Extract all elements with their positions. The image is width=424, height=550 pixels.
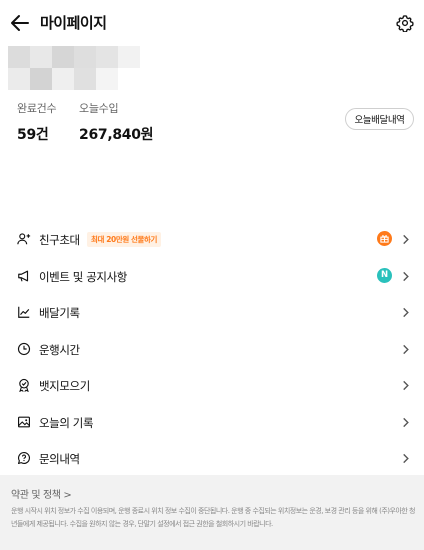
menu-item-driving-time[interactable]: 운행시간	[0, 331, 424, 368]
menu-item-label: 운행시간	[39, 342, 80, 357]
completed-count: 완료건수 59건	[17, 100, 57, 144]
new-badge: N	[377, 267, 392, 283]
clock-icon	[17, 342, 31, 355]
footer-section: 약관 및 정책 > 운행 시작시 위치 정보가 수집 이용되며, 운행 종료시 …	[0, 475, 424, 550]
chevron-right-icon	[403, 234, 409, 245]
menu-item-inquiries[interactable]: 문의내역	[0, 440, 424, 477]
person-add-icon	[17, 233, 31, 245]
arrow-left-icon[interactable]	[10, 13, 30, 33]
location-notice: 운행 시작시 위치 정보가 수집 이용되며, 운행 종료시 위치 정보 수집이 …	[11, 507, 416, 528]
menu-list: 친구초대 최대 20만원 선물하기 이벤트 및 공지사항 N 배달기록 운행시간	[0, 221, 424, 477]
gift-icon	[377, 231, 392, 246]
menu-item-invite-friends[interactable]: 친구초대 최대 20만원 선물하기	[0, 221, 424, 258]
menu-item-label: 문의내역	[39, 452, 80, 466]
income-label: 오늘수입	[79, 102, 119, 115]
chat-question-icon	[18, 452, 30, 464]
image-icon	[18, 416, 30, 427]
chevron-right-icon	[403, 417, 409, 427]
menu-item-label: 뱃지모으기	[39, 379, 90, 393]
chevron-right-icon	[403, 307, 409, 318]
menu-item-delivery-history[interactable]: 배달기록	[0, 294, 424, 331]
menu-item-label: 친구초대	[39, 233, 80, 247]
terms-policy-link[interactable]: 약관 및 정책 >	[11, 486, 72, 501]
menu-item-today-record[interactable]: 오늘의 기록	[0, 404, 424, 441]
badge-icon	[19, 378, 29, 392]
megaphone-icon	[18, 270, 29, 281]
chevron-right-icon	[403, 271, 409, 281]
gear-icon[interactable]	[396, 14, 414, 32]
profile-blurred	[8, 46, 140, 92]
chevron-right-icon	[403, 453, 409, 464]
chevron-right-icon	[403, 380, 409, 391]
top-bar: 마이페이지	[0, 0, 424, 46]
menu-item-label: 오늘의 기록	[39, 415, 94, 430]
income-value: 267,840원	[79, 127, 154, 143]
line-chart-icon	[18, 306, 30, 318]
menu-item-label: 이벤트 및 공지사항	[39, 269, 127, 284]
today-income: 오늘수입 267,840원	[79, 100, 154, 144]
chevron-right-icon	[403, 344, 409, 354]
menu-item-badge-collection[interactable]: 뱃지모으기	[0, 367, 424, 404]
promo-badge: 최대 20만원 선물하기	[87, 232, 162, 247]
today-deliveries-button[interactable]: 오늘배달내역	[345, 108, 414, 130]
completed-value: 59건	[17, 127, 49, 143]
completed-label: 완료건수	[17, 102, 57, 115]
menu-item-events-notices[interactable]: 이벤트 및 공지사항 N	[0, 258, 424, 295]
page-title: 마이페이지	[40, 14, 107, 32]
menu-item-label: 배달기록	[39, 306, 80, 320]
